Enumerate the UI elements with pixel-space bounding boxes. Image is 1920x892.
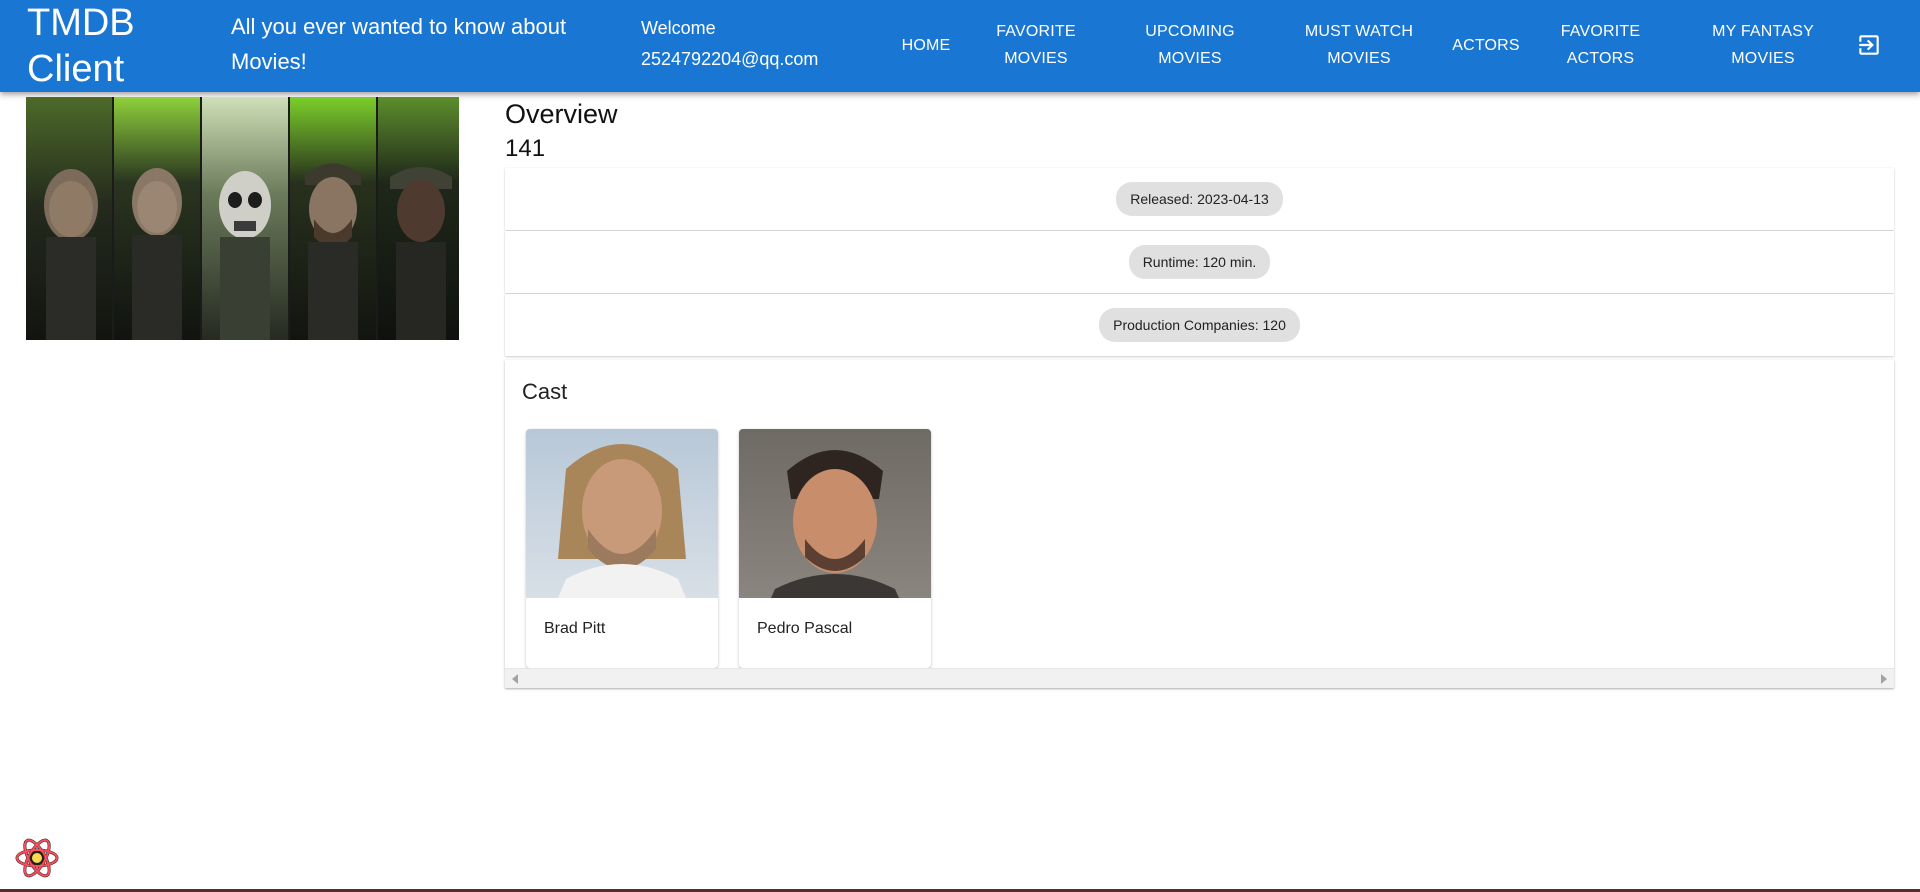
runtime-chip: Runtime: 120 min.: [1128, 245, 1271, 279]
cast-horizontal-scrollbar[interactable]: [505, 668, 1894, 688]
nav-my-fantasy-movies-label: MY FANTASY MOVIES: [1712, 23, 1814, 67]
logout-icon: [1859, 35, 1879, 55]
nav-favorite-movies-label: FAVORITE MOVIES: [996, 23, 1076, 67]
poster-panel: [114, 97, 202, 340]
welcome-label: Welcome: [641, 18, 716, 38]
nav-favorite-actors[interactable]: FAVORITE ACTORS: [1553, 18, 1648, 72]
cast-section: Cast Brad Pitt Pedro Pascal: [505, 360, 1894, 688]
user-email: 2524792204@qq.com: [641, 49, 819, 69]
skull-mask-icon: [202, 97, 288, 340]
production-companies-chip: Production Companies: 120: [1099, 308, 1300, 342]
released-row: Released: 2023-04-13: [505, 168, 1894, 230]
actor-name: Pedro Pascal: [757, 620, 853, 637]
nav-my-fantasy-movies[interactable]: MY FANTASY MOVIES: [1700, 18, 1826, 72]
actor-portrait-icon: [526, 429, 718, 598]
soldier-face-icon: [290, 97, 376, 340]
welcome-text: Welcome 2524792204@qq.com: [641, 13, 851, 75]
nav-home[interactable]: HOME: [888, 18, 964, 72]
nav-must-watch-movies-label: MUST WATCH MOVIES: [1304, 23, 1414, 67]
app-bar: TMDB Client All you ever wanted to know …: [0, 0, 1920, 92]
production-companies-row: Production Companies: 120: [505, 294, 1894, 356]
react-logo-icon: [15, 838, 59, 878]
nav-upcoming-movies-label: UPCOMING MOVIES: [1145, 23, 1235, 67]
scroll-right-icon[interactable]: [1881, 674, 1887, 684]
cast-heading: Cast: [522, 379, 568, 404]
overview-text: 141: [505, 135, 546, 162]
app-tagline: All you ever wanted to know about Movies…: [231, 14, 567, 74]
poster-panel: [202, 97, 290, 340]
actor-photo: [526, 429, 718, 598]
released-chip: Released: 2023-04-13: [1116, 182, 1283, 216]
cast-card-brad-pitt[interactable]: Brad Pitt: [526, 429, 718, 668]
app-brand: TMDB Client: [27, 2, 135, 90]
soldier-face-icon: [378, 97, 459, 340]
nav-must-watch-movies[interactable]: MUST WATCH MOVIES: [1298, 18, 1420, 72]
nav-actors-label: ACTORS: [1452, 36, 1520, 54]
nav-favorite-movies[interactable]: FAVORITE MOVIES: [985, 18, 1087, 72]
logout-button[interactable]: [1852, 28, 1886, 62]
poster-panel: [290, 97, 378, 340]
soldier-face-icon: [26, 97, 112, 340]
movie-poster: [26, 97, 459, 340]
poster-panel: [378, 97, 459, 340]
actor-photo: [739, 429, 931, 598]
cast-card-pedro-pascal[interactable]: Pedro Pascal: [739, 429, 931, 668]
nav-actors[interactable]: ACTORS: [1446, 18, 1526, 72]
actor-name: Brad Pitt: [544, 620, 606, 637]
runtime-row: Runtime: 120 min.: [505, 231, 1894, 293]
react-devtools-button[interactable]: [13, 834, 61, 882]
actor-portrait-icon: [739, 429, 931, 598]
nav-upcoming-movies[interactable]: UPCOMING MOVIES: [1132, 18, 1248, 72]
poster-panel: [26, 97, 114, 340]
overview-heading: Overview: [505, 99, 618, 129]
nav-home-label: HOME: [901, 36, 951, 54]
soldier-face-icon: [114, 97, 200, 340]
nav-favorite-actors-label: FAVORITE ACTORS: [1560, 23, 1641, 67]
scroll-left-icon[interactable]: [512, 674, 518, 684]
